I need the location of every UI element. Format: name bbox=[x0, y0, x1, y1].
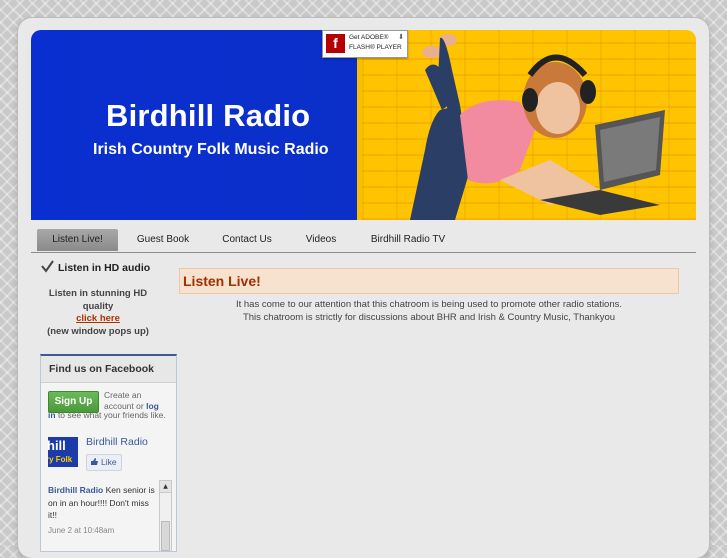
site-subtitle: Irish Country Folk Music Radio bbox=[93, 141, 329, 158]
facebook-page-avatar[interactable]: hill ry Folk bbox=[48, 437, 78, 467]
fb-avatar-text1: hill bbox=[48, 438, 66, 453]
hd-audio-heading: Listen in HD audio bbox=[41, 260, 150, 274]
facebook-login-link-2[interactable]: in bbox=[48, 410, 56, 420]
notice-text: It has come to our attention that this c… bbox=[179, 298, 679, 324]
facebook-post: Birdhill Radio Ken senior is on in an ho… bbox=[48, 484, 160, 522]
facebook-like-box: Find us on Facebook Sign Up Create an ac… bbox=[40, 354, 177, 552]
scrollbar-thumb[interactable] bbox=[161, 521, 170, 551]
facebook-feed-scrollbar[interactable]: ▲ bbox=[159, 480, 172, 551]
fb-create-line3: to see what your friends like. bbox=[57, 410, 166, 420]
nav-videos[interactable]: Videos bbox=[297, 229, 345, 251]
nav-birdhill-radio-tv[interactable]: Birdhill Radio TV bbox=[363, 229, 453, 251]
fb-create-line1: Create an bbox=[104, 390, 142, 400]
facebook-like-button[interactable]: Like bbox=[86, 454, 122, 471]
hd-audio-title: Listen in HD audio bbox=[58, 262, 151, 274]
site-title: Birdhill Radio bbox=[106, 98, 311, 133]
main-nav: Listen Live! Guest Book Contact Us Video… bbox=[31, 226, 696, 253]
scroll-up-icon[interactable]: ▲ bbox=[160, 481, 171, 493]
nav-contact-us[interactable]: Contact Us bbox=[214, 229, 280, 251]
hd-audio-text: Listen in stunning HD quality click here… bbox=[31, 288, 165, 338]
hd-note: (new window pops up) bbox=[47, 325, 149, 337]
hero-girl-laptop-image bbox=[410, 34, 665, 220]
facebook-page-name-link[interactable]: Birdhill Radio bbox=[86, 436, 148, 448]
hd-click-here-link[interactable]: click here bbox=[76, 313, 120, 324]
hd-line2: quality bbox=[82, 300, 114, 312]
hd-line1: Listen in stunning HD bbox=[48, 288, 148, 299]
facebook-post-time[interactable]: June 2 at 10:48am bbox=[48, 526, 114, 535]
fb-avatar-text2: ry Folk bbox=[48, 455, 73, 464]
flash-icon: f bbox=[326, 34, 345, 53]
checkmark-icon bbox=[41, 260, 54, 273]
notice-line2: This chatroom is strictly for discussion… bbox=[242, 312, 616, 323]
page-heading: Listen Live! bbox=[179, 268, 679, 294]
facebook-box-title: Find us on Facebook bbox=[41, 356, 176, 383]
thumbs-up-icon bbox=[91, 458, 98, 465]
notice-line1: It has come to our attention that this c… bbox=[235, 299, 623, 310]
facebook-post-author[interactable]: Birdhill Radio bbox=[48, 485, 103, 495]
facebook-create-text: Create an account or log bbox=[104, 390, 174, 412]
facebook-create-text-2: in to see what your friends like. bbox=[48, 410, 174, 421]
nav-guest-book[interactable]: Guest Book bbox=[129, 229, 197, 251]
like-label: Like bbox=[101, 457, 117, 467]
nav-listen-live[interactable]: Listen Live! bbox=[37, 229, 118, 251]
